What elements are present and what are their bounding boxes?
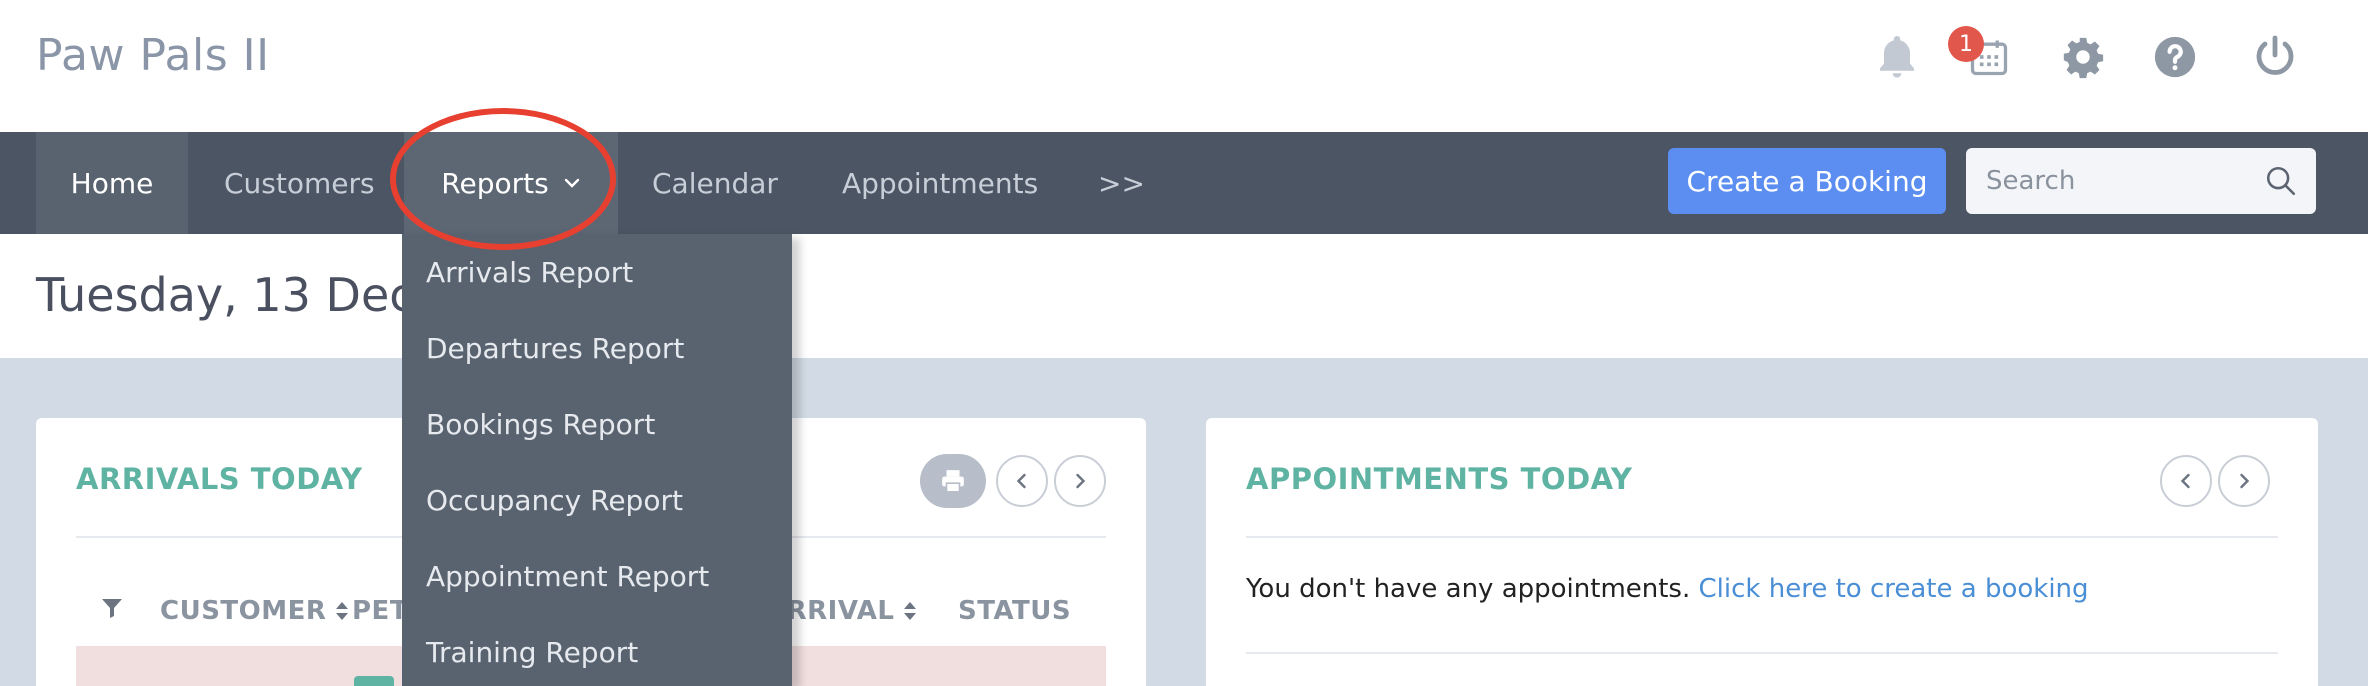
nav-more[interactable]: >>: [1098, 132, 1145, 234]
dropdown-item-departures-report[interactable]: Departures Report: [426, 332, 684, 365]
nav-appointments[interactable]: Appointments: [842, 132, 1038, 234]
app-title[interactable]: Paw Pals II: [36, 30, 270, 81]
sort-icon: [334, 599, 350, 623]
nav-home[interactable]: Home: [36, 132, 188, 234]
search-icon[interactable]: [2264, 164, 2298, 198]
nav-customers[interactable]: Customers: [224, 132, 375, 234]
arrivals-title: ARRIVALS TODAY: [76, 462, 363, 496]
create-booking-link[interactable]: Click here to create a booking: [1699, 574, 2089, 604]
arrivals-next-button[interactable]: [1054, 455, 1106, 507]
dropdown-item-occupancy-report[interactable]: Occupancy Report: [426, 484, 683, 517]
appointments-panel: APPOINTMENTS TODAY You don't have any ap…: [1206, 418, 2318, 686]
appointments-divider-bottom: [1246, 652, 2278, 654]
top-header: Paw Pals II 1: [0, 0, 2368, 132]
appointments-title: APPOINTMENTS TODAY: [1246, 462, 1633, 496]
print-button[interactable]: [920, 454, 986, 508]
search-input[interactable]: [1986, 148, 2266, 214]
bell-icon[interactable]: [1870, 30, 1924, 84]
sort-icon: [902, 599, 918, 623]
notification-badge: 1: [1948, 26, 1984, 62]
row-pet-chip: [354, 676, 394, 686]
power-icon[interactable]: [2248, 30, 2302, 84]
appointments-divider: [1246, 536, 2278, 538]
dropdown-item-appointment-report[interactable]: Appointment Report: [426, 560, 709, 593]
appointments-next-button[interactable]: [2218, 455, 2270, 507]
nav-calendar[interactable]: Calendar: [652, 132, 778, 234]
help-icon[interactable]: [2148, 30, 2202, 84]
date-section: Tuesday, 13 December: [0, 234, 2368, 358]
filter-icon[interactable]: [100, 596, 124, 620]
col-pet[interactable]: PET: [352, 596, 408, 626]
arrivals-prev-button[interactable]: [996, 455, 1048, 507]
appointments-empty-message: You don't have any appointments. Click h…: [1246, 574, 2089, 604]
appointments-prev-button[interactable]: [2160, 455, 2212, 507]
reports-dropdown: Arrivals Report Departures Report Bookin…: [402, 234, 792, 686]
dropdown-item-bookings-report[interactable]: Bookings Report: [426, 408, 655, 441]
col-status[interactable]: STATUS: [958, 596, 1071, 626]
search-box: [1966, 148, 2316, 214]
nav-reports[interactable]: Reports: [404, 132, 618, 234]
chevron-down-icon: [563, 177, 581, 189]
gear-icon[interactable]: [2056, 30, 2110, 84]
dropdown-item-training-report[interactable]: Training Report: [426, 636, 638, 669]
create-booking-button[interactable]: Create a Booking: [1668, 148, 1946, 214]
dropdown-item-arrivals-report[interactable]: Arrivals Report: [426, 256, 633, 289]
col-customer[interactable]: CUSTOMER: [160, 596, 350, 626]
nav-reports-label: Reports: [441, 166, 549, 200]
